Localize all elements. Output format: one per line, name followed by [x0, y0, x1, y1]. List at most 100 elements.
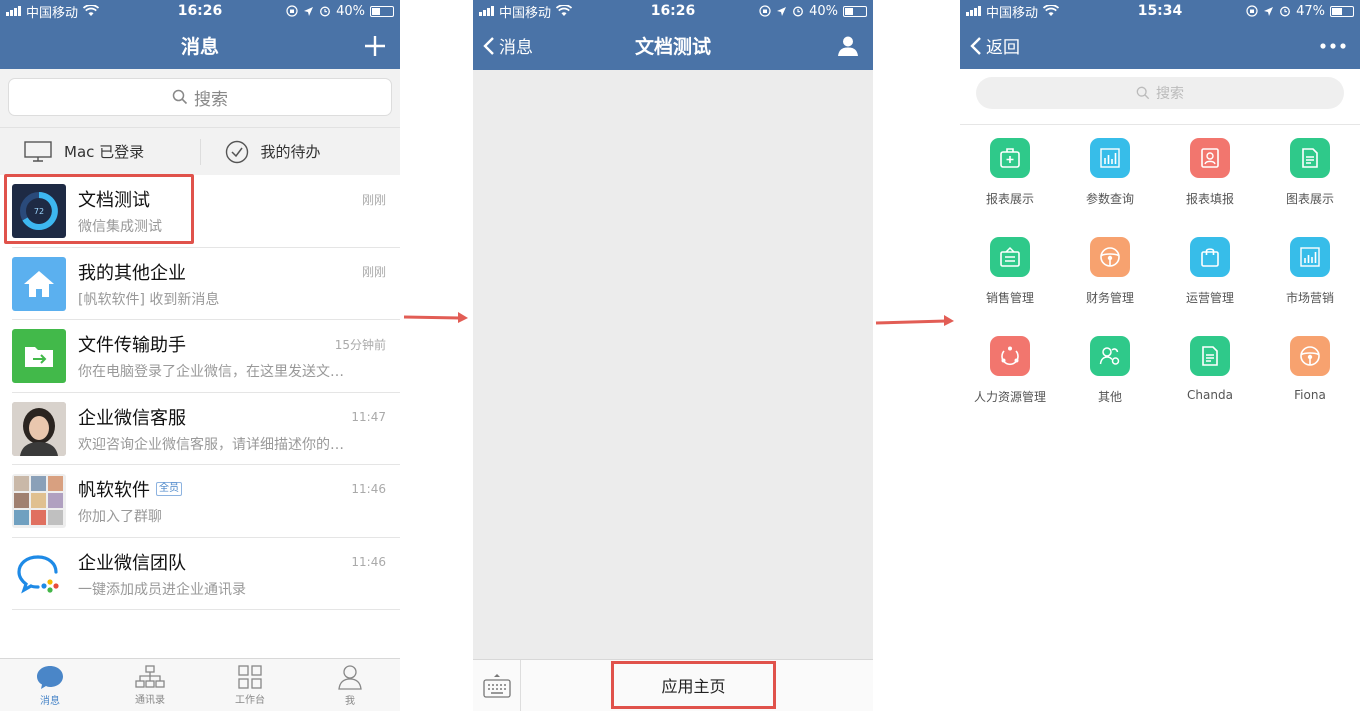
keyboard-toggle-button[interactable]	[473, 660, 521, 711]
bar-chart-icon	[1090, 138, 1130, 178]
app-tile[interactable]: 参数查询	[1060, 138, 1160, 237]
app-label: 其他	[1097, 390, 1122, 404]
app-tile[interactable]: 运营管理	[1160, 237, 1260, 336]
mac-login-item[interactable]: Mac 已登录	[0, 128, 200, 175]
tab-contacts[interactable]: 通讯录	[100, 659, 200, 711]
battery-percent: 40%	[809, 3, 838, 19]
carrier-label: 中国移动	[499, 5, 552, 21]
shopping-bag-icon	[1190, 237, 1230, 277]
app-tile[interactable]: 财务管理	[1060, 237, 1160, 336]
back-button[interactable]: 消息	[483, 22, 533, 69]
chat-item-file-transfer[interactable]: 文件传输助手 15分钟前 你在电脑登录了企业微信，在这里发送文…	[0, 320, 400, 393]
search-icon	[1136, 86, 1150, 100]
profile-button[interactable]	[837, 22, 859, 69]
app-chat-navbar: 中国移动 16:26 40% 消息 文档测试	[473, 0, 873, 70]
tab-workbench[interactable]: 工作台	[200, 659, 300, 711]
alarm-icon	[320, 6, 331, 17]
battery-percent: 47%	[1296, 3, 1325, 19]
steering-wheel-icon	[1090, 237, 1130, 277]
app-label: 市场营销	[1285, 291, 1334, 305]
tab-me[interactable]: 我	[300, 659, 400, 711]
back-button[interactable]: 返回	[970, 22, 1020, 69]
tab-messages[interactable]: 消息	[0, 659, 100, 711]
chat-preview: 一键添加成员进企业通讯录	[78, 581, 246, 598]
chat-time: 刚刚	[361, 265, 386, 280]
chat-time: 刚刚	[361, 192, 386, 207]
search-placeholder: 搜索	[194, 89, 228, 110]
search-input[interactable]: 搜索	[976, 77, 1344, 109]
app-label: 运营管理	[1185, 291, 1234, 305]
status-time: 16:26	[177, 3, 223, 19]
add-button[interactable]	[364, 22, 386, 69]
sales-box-icon	[990, 237, 1030, 277]
app-label: 报表展示	[985, 192, 1034, 206]
signal-icon	[479, 6, 494, 16]
app-tile[interactable]: 报表展示	[960, 138, 1060, 237]
hr-cycle-icon	[990, 336, 1030, 376]
chat-item-doc-test[interactable]: 72 文档测试 刚刚 微信集成测试	[0, 175, 400, 248]
app-tile[interactable]: 图表展示	[1260, 138, 1360, 237]
carrier-label: 中国移动	[26, 5, 79, 21]
battery-percent: 40%	[336, 3, 365, 19]
market-chart-icon	[1290, 237, 1330, 277]
status-time: 15:34	[1137, 3, 1183, 19]
tab-label: 我	[345, 695, 355, 707]
app-tile[interactable]: Chanda	[1160, 336, 1260, 435]
app-label: 销售管理	[985, 291, 1034, 305]
chat-item-fanruan[interactable]: 帆软软件 全员 11:46 你加入了群聊	[0, 465, 400, 538]
wifi-icon	[1043, 5, 1060, 16]
app-label: 图表展示	[1285, 192, 1334, 206]
todo-item[interactable]: 我的待办	[201, 128, 401, 175]
app-tile[interactable]: 报表填报	[1160, 138, 1260, 237]
chat-preview: [帆软软件] 收到新消息	[78, 291, 220, 308]
chat-item-customer-service[interactable]: 企业微信客服 11:47 欢迎咨询企业微信客服，请详细描述你的…	[0, 393, 400, 466]
app-tile[interactable]: 其他	[1060, 336, 1160, 435]
chat-time: 11:46	[351, 554, 386, 569]
search-input[interactable]: 搜索	[8, 78, 392, 116]
app-label: 财务管理	[1085, 291, 1134, 305]
tab-label: 工作台	[235, 694, 265, 706]
page-title: 文档测试	[634, 36, 711, 58]
status-bar: 中国移动 15:34 47%	[960, 0, 1360, 22]
chat-preview: 欢迎咨询企业微信客服，请详细描述你的…	[78, 436, 344, 453]
signal-icon	[966, 6, 981, 16]
back-label: 返回	[986, 38, 1020, 58]
chat-item-wework-team[interactable]: 企业微信团队 11:46 一键添加成员进企业通讯录	[0, 538, 400, 611]
chat-time: 11:46	[351, 482, 386, 497]
status-time: 16:26	[650, 3, 696, 19]
workbench-navbar: 中国移动 15:34 47% 返回	[960, 0, 1360, 69]
app-tile[interactable]: 市场营销	[1260, 237, 1360, 336]
chat-time: 11:47	[351, 409, 386, 424]
back-label: 消息	[499, 38, 533, 58]
chat-time: 15分钟前	[334, 337, 386, 352]
chat-name: 帆软软件 全员	[78, 476, 182, 502]
check-circle-icon	[225, 140, 248, 163]
app-tile[interactable]: 人力资源管理	[960, 336, 1060, 435]
chat-item-other-enterprise[interactable]: 我的其他企业 刚刚 [帆软软件] 收到新消息	[0, 248, 400, 321]
gauge-avatar-icon: 72	[12, 184, 66, 239]
battery-icon	[369, 5, 394, 17]
arrow-right-icon	[403, 312, 468, 323]
orientation-lock-icon	[1246, 5, 1258, 17]
home-icon	[12, 256, 66, 311]
app-tile[interactable]: Fiona	[1260, 336, 1360, 435]
person-icon	[838, 36, 858, 56]
messages-navbar: 中国移动 16:26 40% 消息	[0, 0, 400, 69]
chat-name: 文件传输助手	[78, 335, 186, 357]
location-icon	[304, 6, 314, 16]
alarm-icon	[1280, 6, 1291, 17]
wework-logo-icon	[12, 546, 66, 601]
app-label: 报表填报	[1185, 192, 1234, 206]
app-home-button[interactable]: 应用主页	[611, 661, 776, 709]
app-tile[interactable]: 销售管理	[960, 237, 1060, 336]
user-photo	[12, 401, 66, 456]
org-chart-icon	[135, 664, 165, 688]
battery-icon	[842, 5, 867, 17]
chat-name: 我的其他企业	[78, 262, 186, 284]
more-button[interactable]	[1320, 22, 1346, 69]
signal-icon	[6, 6, 21, 16]
location-icon	[1264, 6, 1274, 16]
quick-actions: Mac 已登录 我的待办	[0, 127, 400, 175]
wifi-icon	[83, 5, 100, 16]
chat-preview: 你加入了群聊	[78, 509, 162, 526]
